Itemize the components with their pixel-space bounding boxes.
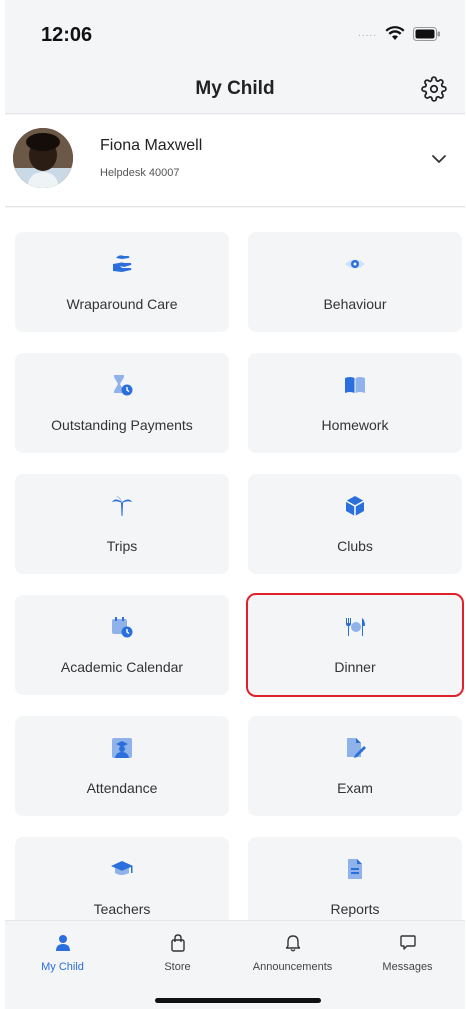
calendar-clock-icon (15, 615, 229, 639)
tile-exam[interactable]: Exam (248, 716, 462, 816)
file-pen-icon (248, 736, 462, 760)
page-title: My Child (195, 78, 275, 99)
tile-behaviour[interactable]: Behaviour (248, 232, 462, 332)
shopping-bag-icon (120, 933, 235, 953)
tile-attendance[interactable]: Attendance (15, 716, 229, 816)
nav-bar: My Child (5, 70, 465, 114)
status-bar: 12:06 ..... (5, 0, 465, 70)
tile-label: Dinner (334, 659, 376, 675)
tile-label: Attendance (86, 780, 158, 796)
tile-label: Wraparound Care (66, 296, 178, 312)
tile-outstanding-payments[interactable]: Outstanding Payments (15, 353, 229, 453)
tile-trips[interactable]: Trips (15, 474, 229, 574)
child-name: Fiona Maxwell (100, 137, 203, 154)
child-subtitle: Helpdesk 40007 (100, 167, 180, 179)
hand-heart-icon (15, 252, 229, 276)
phone-screen: 12:06 ..... My Child Fiona Maxwell Helpd… (5, 0, 465, 1009)
hourglass-clock-icon (15, 373, 229, 397)
tile-label: Clubs (337, 538, 373, 554)
tile-reports[interactable]: Reports (248, 837, 462, 920)
report-file-icon (248, 857, 462, 881)
status-icons: ..... (358, 26, 441, 41)
tile-label: Trips (106, 538, 138, 554)
signal-icon: ..... (358, 28, 377, 39)
book-icon (248, 373, 462, 397)
wifi-icon (385, 26, 405, 41)
tile-academic-calendar[interactable]: Academic Calendar (15, 595, 229, 695)
chat-bubble-icon (350, 933, 465, 953)
status-time: 12:06 (41, 24, 93, 46)
chevron-down-icon[interactable] (431, 151, 447, 169)
eye-icon (248, 252, 462, 276)
bell-icon (235, 933, 350, 953)
tab-my-child[interactable]: My Child (5, 933, 120, 983)
tab-messages[interactable]: Messages (350, 933, 465, 983)
tile-label: Reports (330, 901, 380, 917)
tab-label: My Child (41, 961, 84, 973)
home-indicator[interactable] (155, 998, 321, 1003)
tile-label: Behaviour (323, 296, 387, 312)
tab-bar: My Child Store Announcements Messages (5, 920, 465, 1009)
person-icon (5, 933, 120, 953)
tab-announcements[interactable]: Announcements (235, 933, 350, 983)
feature-grid: Wraparound Care Behaviour Outstanding Pa… (5, 208, 465, 920)
tile-clubs[interactable]: Clubs (248, 474, 462, 574)
gear-icon (421, 75, 447, 107)
tile-label: Academic Calendar (60, 659, 184, 675)
student-board-icon (15, 736, 229, 760)
tab-label: Announcements (252, 961, 333, 973)
tile-label: Exam (337, 780, 373, 796)
child-selector[interactable]: Fiona Maxwell Helpdesk 40007 (5, 115, 465, 207)
battery-icon (413, 26, 441, 41)
tab-label: Store (164, 961, 191, 973)
tile-wraparound-care[interactable]: Wraparound Care (15, 232, 229, 332)
palm-tree-icon (15, 494, 229, 518)
cutlery-icon (248, 615, 462, 639)
tile-label: Teachers (93, 901, 151, 917)
tile-label: Outstanding Payments (51, 417, 193, 433)
box-icon (248, 494, 462, 518)
graduation-cap-icon (15, 857, 229, 881)
tile-teachers[interactable]: Teachers (15, 837, 229, 920)
tab-store[interactable]: Store (120, 933, 235, 983)
tile-label: Homework (321, 417, 389, 433)
tab-label: Messages (382, 961, 433, 973)
tile-dinner[interactable]: Dinner (246, 593, 464, 697)
avatar (13, 128, 73, 188)
settings-button[interactable] (419, 75, 449, 107)
tile-homework[interactable]: Homework (248, 353, 462, 453)
